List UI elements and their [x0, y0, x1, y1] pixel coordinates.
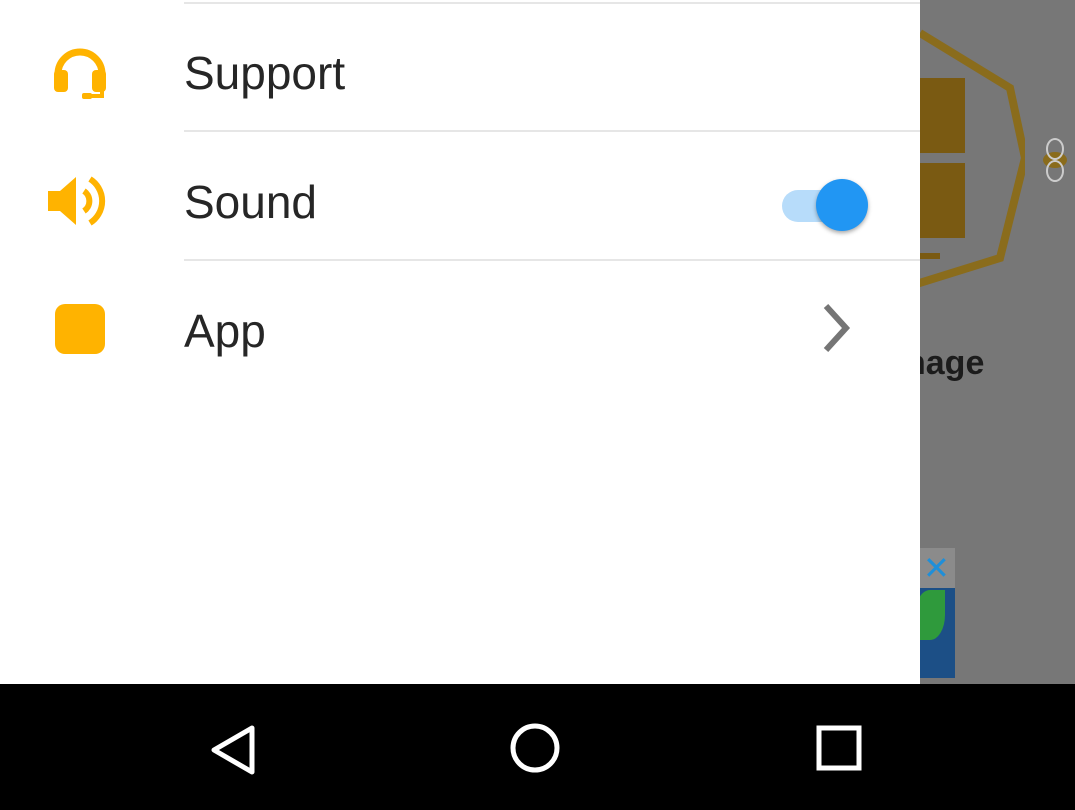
recents-icon[interactable] — [804, 714, 874, 784]
bee-icon — [1043, 138, 1067, 182]
navigation-drawer: Support Sound App — [0, 0, 920, 684]
back-icon[interactable] — [198, 714, 268, 784]
divider — [184, 130, 920, 132]
drawer-item-app[interactable]: App — [0, 262, 920, 390]
drawer-item-label: Support — [184, 47, 346, 99]
sound-toggle[interactable] — [780, 173, 872, 233]
drawer-item-support[interactable]: Support — [0, 4, 920, 132]
drawer-item-sound[interactable]: Sound — [0, 133, 920, 261]
ad-close-icon[interactable]: ✕ — [923, 548, 950, 588]
headset-icon — [54, 48, 106, 99]
drawer-item-label: Sound — [184, 176, 318, 228]
home-icon[interactable] — [500, 714, 570, 784]
chevron-right-icon — [823, 303, 851, 353]
speaker-icon — [48, 176, 106, 226]
system-nav-bar — [0, 684, 1075, 810]
divider — [184, 259, 920, 261]
app-square-icon — [55, 304, 105, 354]
toggle-thumb — [816, 179, 868, 231]
drawer-item-label: App — [184, 305, 266, 357]
